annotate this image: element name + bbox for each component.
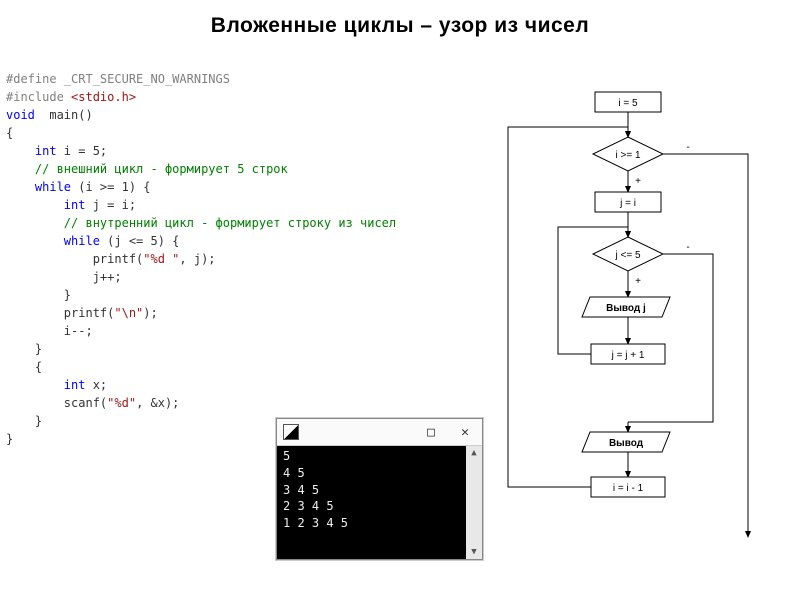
page-title: Вложенные циклы – узор из чисел xyxy=(0,0,800,44)
svg-text:Вывод: Вывод xyxy=(609,438,644,449)
svg-text:i = i - 1: i = i - 1 xyxy=(613,483,644,494)
restore-button[interactable]: □ xyxy=(414,421,448,443)
svg-text:j = j + 1: j = j + 1 xyxy=(611,350,645,361)
console-titlebar: □ ✕ xyxy=(277,419,482,446)
svg-text:i >= 1: i >= 1 xyxy=(615,150,640,161)
scroll-down-icon[interactable]: ▼ xyxy=(471,545,476,559)
close-button[interactable]: ✕ xyxy=(448,421,482,443)
svg-text:i = 5: i = 5 xyxy=(618,98,638,109)
svg-text:-: - xyxy=(686,142,689,153)
console-window: □ ✕ 5 4 5 3 4 5 2 3 4 5 1 2 3 4 5 ▲ ▼ xyxy=(276,418,483,560)
console-icon xyxy=(283,424,299,440)
svg-text:+: + xyxy=(635,276,641,287)
svg-text:j = i: j = i xyxy=(619,198,636,209)
svg-text:j <= 5: j <= 5 xyxy=(614,250,640,261)
svg-text:Вывод j: Вывод j xyxy=(606,303,646,314)
code-editor: #define _CRT_SECURE_NO_WARNINGS #include… xyxy=(6,70,446,448)
svg-text:-: - xyxy=(686,242,689,253)
console-output: 5 4 5 3 4 5 2 3 4 5 1 2 3 4 5 ▲ ▼ xyxy=(277,446,482,559)
flowchart-diagram: i = 5 i >= 1 + - j = i j <= 5 + - Вывод … xyxy=(478,82,788,542)
scroll-up-icon[interactable]: ▲ xyxy=(471,446,476,460)
svg-text:+: + xyxy=(635,176,641,187)
